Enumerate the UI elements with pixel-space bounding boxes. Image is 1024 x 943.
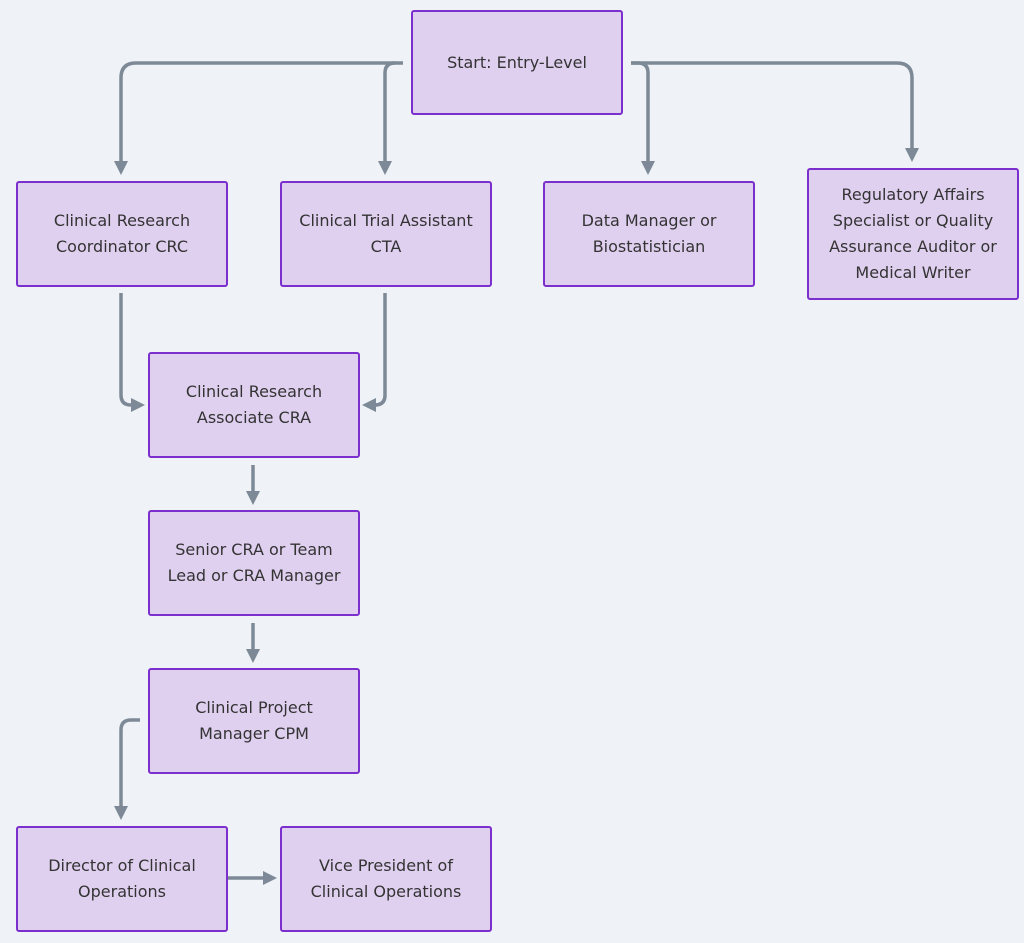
node-senior: Senior CRA or Team Lead or CRA Manager (148, 510, 360, 616)
edge-cta-cra (362, 293, 387, 412)
node-director: Director of Clinical Operations (16, 826, 228, 932)
edge-start-cta (378, 61, 396, 175)
node-dm: Data Manager or Biostatistician (543, 181, 755, 287)
node-start: Start: Entry-Level (411, 10, 623, 115)
node-label: Clinical Research Coordinator CRC (53, 211, 191, 256)
node-label: Regulatory Affairs Specialist or Quality… (829, 185, 997, 282)
node-label: Data Manager or Biostatistician (581, 211, 717, 256)
node-cta: Clinical Trial Assistant CTA (280, 181, 492, 287)
edge-cpm-director (114, 718, 140, 820)
node-crc: Clinical Research Coordinator CRC (16, 181, 228, 287)
edge-start-dm (631, 61, 655, 175)
node-label: Clinical Project Manager CPM (195, 698, 313, 743)
node-label: Clinical Research Associate CRA (185, 382, 323, 427)
node-cpm: Clinical Project Manager CPM (148, 668, 360, 774)
edge-start-ra (631, 61, 919, 162)
node-label: Vice President of Clinical Operations (310, 856, 462, 901)
node-label: Director of Clinical Operations (48, 856, 196, 901)
edge-crc-cra (119, 293, 145, 412)
edge-start-crc (114, 61, 403, 175)
node-ra: Regulatory Affairs Specialist or Quality… (807, 168, 1019, 300)
node-cra: Clinical Research Associate CRA (148, 352, 360, 458)
node-label: Senior CRA or Team Lead or CRA Manager (167, 540, 341, 585)
edges-layer (114, 61, 919, 885)
node-label: Start: Entry-Level (447, 52, 587, 72)
node-label: Clinical Trial Assistant CTA (299, 211, 473, 256)
node-vp: Vice President of Clinical Operations (280, 826, 492, 932)
